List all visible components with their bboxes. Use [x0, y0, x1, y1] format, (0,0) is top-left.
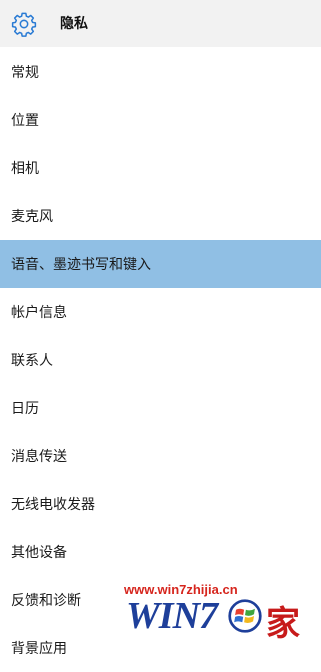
- nav-item-location[interactable]: 位置: [0, 96, 321, 144]
- nav-item-radios[interactable]: 无线电收发器: [0, 480, 321, 528]
- nav-item-microphone[interactable]: 麦克风: [0, 192, 321, 240]
- nav-item-contacts[interactable]: 联系人: [0, 336, 321, 384]
- nav-item-account-info[interactable]: 帐户信息: [0, 288, 321, 336]
- windows-logo-icon: [228, 599, 262, 633]
- nav-item-messaging[interactable]: 消息传送: [0, 432, 321, 480]
- page-title: 隐私: [60, 16, 88, 32]
- site-watermark: www.win7zhijia.cn WIN7 家: [96, 582, 321, 659]
- nav-item-general[interactable]: 常规: [0, 48, 321, 96]
- gear-icon[interactable]: [11, 11, 37, 37]
- watermark-char: 家: [266, 604, 300, 644]
- settings-header: 隐私: [0, 0, 321, 47]
- nav-item-other-devices[interactable]: 其他设备: [0, 528, 321, 576]
- watermark-brand: WIN7: [126, 595, 218, 637]
- nav-item-speech-inking-typing[interactable]: 语音、墨迹书写和键入: [0, 240, 321, 288]
- nav-item-calendar[interactable]: 日历: [0, 384, 321, 432]
- nav-item-camera[interactable]: 相机: [0, 144, 321, 192]
- privacy-nav-list: 常规 位置 相机 麦克风 语音、墨迹书写和键入 帐户信息 联系人 日历 消息传送…: [0, 48, 321, 672]
